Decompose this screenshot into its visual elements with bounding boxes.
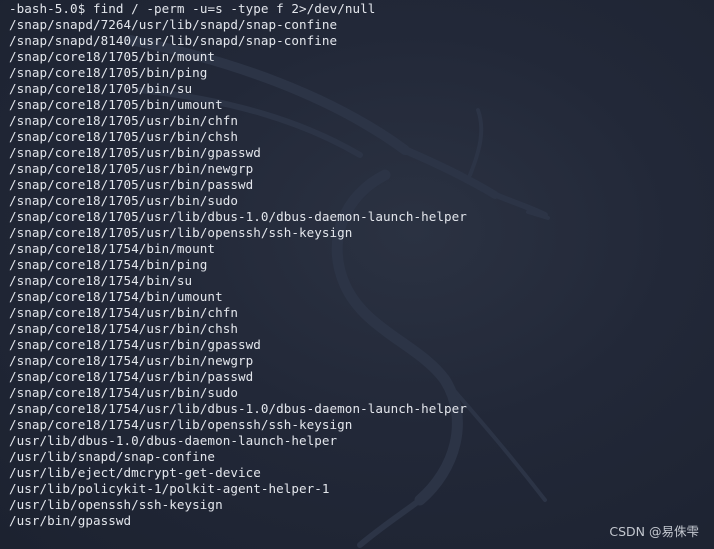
output-line: /snap/core18/1705/usr/bin/passwd xyxy=(9,177,254,192)
command-text: find / -perm -u=s -type f 2>/dev/null xyxy=(92,1,376,16)
output-line: /snap/core18/1754/bin/ping xyxy=(9,257,208,272)
terminal-output[interactable]: -bash-5.0$ find / -perm -u=s -type f 2>/… xyxy=(9,1,714,529)
output-line: /snap/core18/1754/usr/bin/sudo xyxy=(9,385,238,400)
output-line: /snap/core18/1705/usr/lib/openssh/ssh-ke… xyxy=(9,225,353,240)
output-line: /snap/core18/1705/usr/bin/gpasswd xyxy=(9,145,261,160)
output-line: /usr/lib/snapd/snap-confine xyxy=(9,449,216,464)
output-line: /usr/lib/eject/dmcrypt-get-device xyxy=(9,465,261,480)
output-line: /usr/lib/openssh/ssh-keysign xyxy=(9,497,223,512)
output-line: /snap/core18/1754/bin/mount xyxy=(9,241,216,256)
output-line: /snap/snapd/8140/usr/lib/snapd/snap-conf… xyxy=(9,33,338,48)
output-line: /snap/core18/1754/usr/bin/chsh xyxy=(9,321,238,336)
output-line: /snap/core18/1754/usr/bin/newgrp xyxy=(9,353,254,368)
terminal-window[interactable]: -bash-5.0$ find / -perm -u=s -type f 2>/… xyxy=(0,0,714,549)
output-line: /snap/core18/1754/bin/umount xyxy=(9,289,223,304)
command-line: -bash-5.0$ find / -perm -u=s -type f 2>/… xyxy=(9,1,714,17)
output-line: /snap/core18/1705/bin/mount xyxy=(9,49,216,64)
output-line: /snap/core18/1705/usr/bin/newgrp xyxy=(9,161,254,176)
output-line: /snap/core18/1705/bin/umount xyxy=(9,97,223,112)
output-line: /snap/core18/1754/bin/su xyxy=(9,273,193,288)
output-line: /snap/core18/1705/usr/lib/dbus-1.0/dbus-… xyxy=(9,209,467,224)
output-line: /snap/core18/1754/usr/bin/chfn xyxy=(9,305,238,320)
output-line: /snap/core18/1754/usr/lib/openssh/ssh-ke… xyxy=(9,417,353,432)
output-line: /snap/core18/1705/usr/bin/chfn xyxy=(9,113,238,128)
output-line: /snap/snapd/7264/usr/lib/snapd/snap-conf… xyxy=(9,17,338,32)
csdn-watermark: CSDN @易侏雫 xyxy=(609,524,699,539)
output-line: /snap/core18/1754/usr/bin/gpasswd xyxy=(9,337,261,352)
output-line: /snap/core18/1754/usr/lib/dbus-1.0/dbus-… xyxy=(9,401,467,416)
output-line: /snap/core18/1705/bin/ping xyxy=(9,65,208,80)
output-line: /snap/core18/1705/usr/bin/sudo xyxy=(9,193,238,208)
output-line: /snap/core18/1754/usr/bin/passwd xyxy=(9,369,254,384)
prompt: -bash-5.0$ xyxy=(9,1,86,16)
output-line: /usr/bin/gpasswd xyxy=(9,513,132,528)
output-line: /snap/core18/1705/usr/bin/chsh xyxy=(9,129,238,144)
output-line: /usr/lib/dbus-1.0/dbus-daemon-launch-hel… xyxy=(9,433,338,448)
output-line: /usr/lib/policykit-1/polkit-agent-helper… xyxy=(9,481,330,496)
output-line: /snap/core18/1705/bin/su xyxy=(9,81,193,96)
